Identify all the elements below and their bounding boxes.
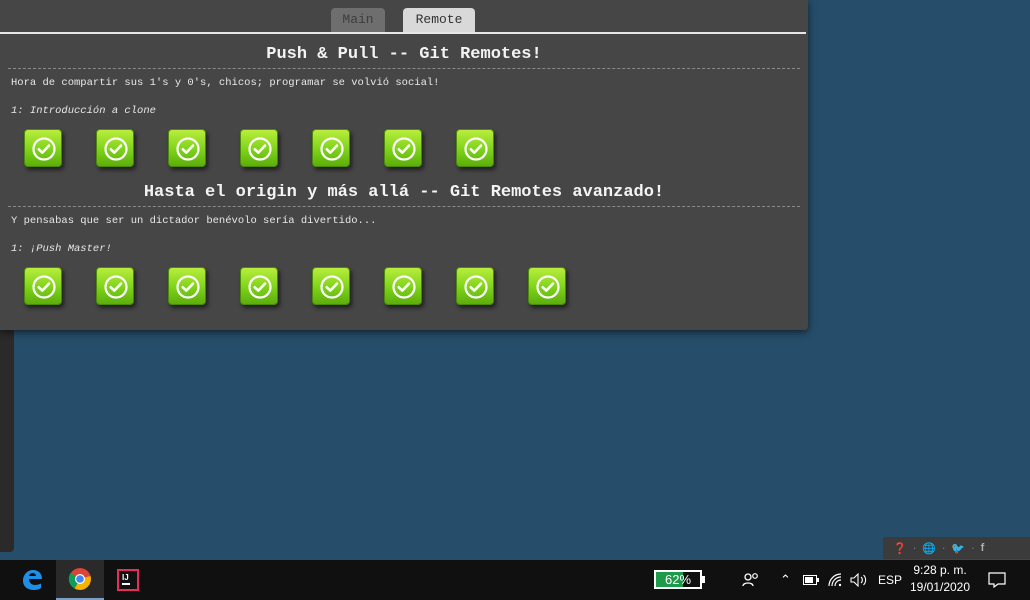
section-remotes-advanced: Hasta el origin y más allá -- Git Remote… xyxy=(0,182,808,307)
tab-bar: Main Remote xyxy=(0,0,806,34)
check-circle-icon xyxy=(248,137,272,161)
check-circle-icon xyxy=(176,137,200,161)
twitter-icon[interactable]: 🐦 xyxy=(951,542,965,555)
level-complete-badge[interactable] xyxy=(456,267,494,305)
check-circle-icon xyxy=(464,275,488,299)
tab-main[interactable]: Main xyxy=(331,8,385,32)
check-circle-icon xyxy=(536,275,560,299)
section-divider xyxy=(8,206,800,207)
show-hidden-icons-icon[interactable]: ⌃ xyxy=(780,560,791,600)
level-complete-badge[interactable] xyxy=(24,267,62,305)
check-circle-icon xyxy=(392,137,416,161)
check-circle-icon xyxy=(320,137,344,161)
clock-date: 19/01/2020 xyxy=(909,580,971,594)
level-complete-badge[interactable] xyxy=(528,267,566,305)
taskbar-clock[interactable]: 9:28 p. m. 19/01/2020 xyxy=(900,562,980,596)
social-links-bar: ❓ · 🌐 · 🐦 · f xyxy=(883,537,1030,559)
check-circle-icon xyxy=(104,275,128,299)
level-complete-badge[interactable] xyxy=(384,129,422,167)
level-complete-badge[interactable] xyxy=(96,267,134,305)
check-circle-icon xyxy=(248,275,272,299)
level-complete-badge[interactable] xyxy=(240,129,278,167)
people-icon[interactable] xyxy=(742,560,760,600)
battery-indicator[interactable]: 62% xyxy=(654,570,705,589)
check-circle-icon xyxy=(320,275,344,299)
levels-panel: Main Remote Push & Pull -- Git Remotes! … xyxy=(0,0,808,330)
check-circle-icon xyxy=(464,137,488,161)
section-remotes: Push & Pull -- Git Remotes! Hora de comp… xyxy=(0,44,808,169)
section-title: Push & Pull -- Git Remotes! xyxy=(266,45,542,64)
level-badges xyxy=(0,267,808,307)
check-circle-icon xyxy=(32,275,56,299)
help-icon[interactable]: ❓ xyxy=(893,542,907,555)
check-circle-icon xyxy=(104,137,128,161)
facebook-icon[interactable]: f xyxy=(981,542,985,554)
level-complete-badge[interactable] xyxy=(240,267,278,305)
globe-icon[interactable]: 🌐 xyxy=(922,542,936,555)
intellij-icon[interactable]: IJ xyxy=(104,560,152,600)
edge-icon[interactable] xyxy=(8,560,56,600)
level-label: 1: ¡Push Master! xyxy=(11,243,112,255)
level-complete-badge[interactable] xyxy=(384,267,422,305)
battery-percent: 62% xyxy=(664,572,692,587)
background-window-edge xyxy=(0,320,14,552)
section-description: Hora de compartir sus 1's y 0's, chicos;… xyxy=(11,77,440,89)
clock-time: 9:28 p. m. xyxy=(913,563,967,577)
check-circle-icon xyxy=(176,275,200,299)
level-complete-badge[interactable] xyxy=(168,129,206,167)
level-badges xyxy=(0,129,808,169)
level-complete-badge[interactable] xyxy=(312,129,350,167)
level-label: 1: Introducción a clone xyxy=(11,105,156,117)
section-divider xyxy=(8,68,800,69)
level-complete-badge[interactable] xyxy=(456,129,494,167)
section-title: Hasta el origin y más allá -- Git Remote… xyxy=(143,183,665,202)
check-circle-icon xyxy=(32,137,56,161)
chrome-icon[interactable] xyxy=(56,560,104,600)
battery-tray-icon[interactable] xyxy=(803,560,819,600)
level-complete-badge[interactable] xyxy=(312,267,350,305)
tab-remote[interactable]: Remote xyxy=(403,8,475,32)
level-complete-badge[interactable] xyxy=(96,129,134,167)
level-complete-badge[interactable] xyxy=(24,129,62,167)
wifi-icon[interactable] xyxy=(828,560,844,600)
svg-text:IJ: IJ xyxy=(122,573,129,582)
level-complete-badge[interactable] xyxy=(168,267,206,305)
section-description: Y pensabas que ser un dictador benévolo … xyxy=(11,215,377,227)
language-indicator[interactable]: ESP xyxy=(878,560,902,600)
check-circle-icon xyxy=(392,275,416,299)
volume-icon[interactable] xyxy=(850,560,868,600)
windows-taskbar: IJ xyxy=(0,560,1030,600)
notifications-icon[interactable] xyxy=(988,560,1006,600)
